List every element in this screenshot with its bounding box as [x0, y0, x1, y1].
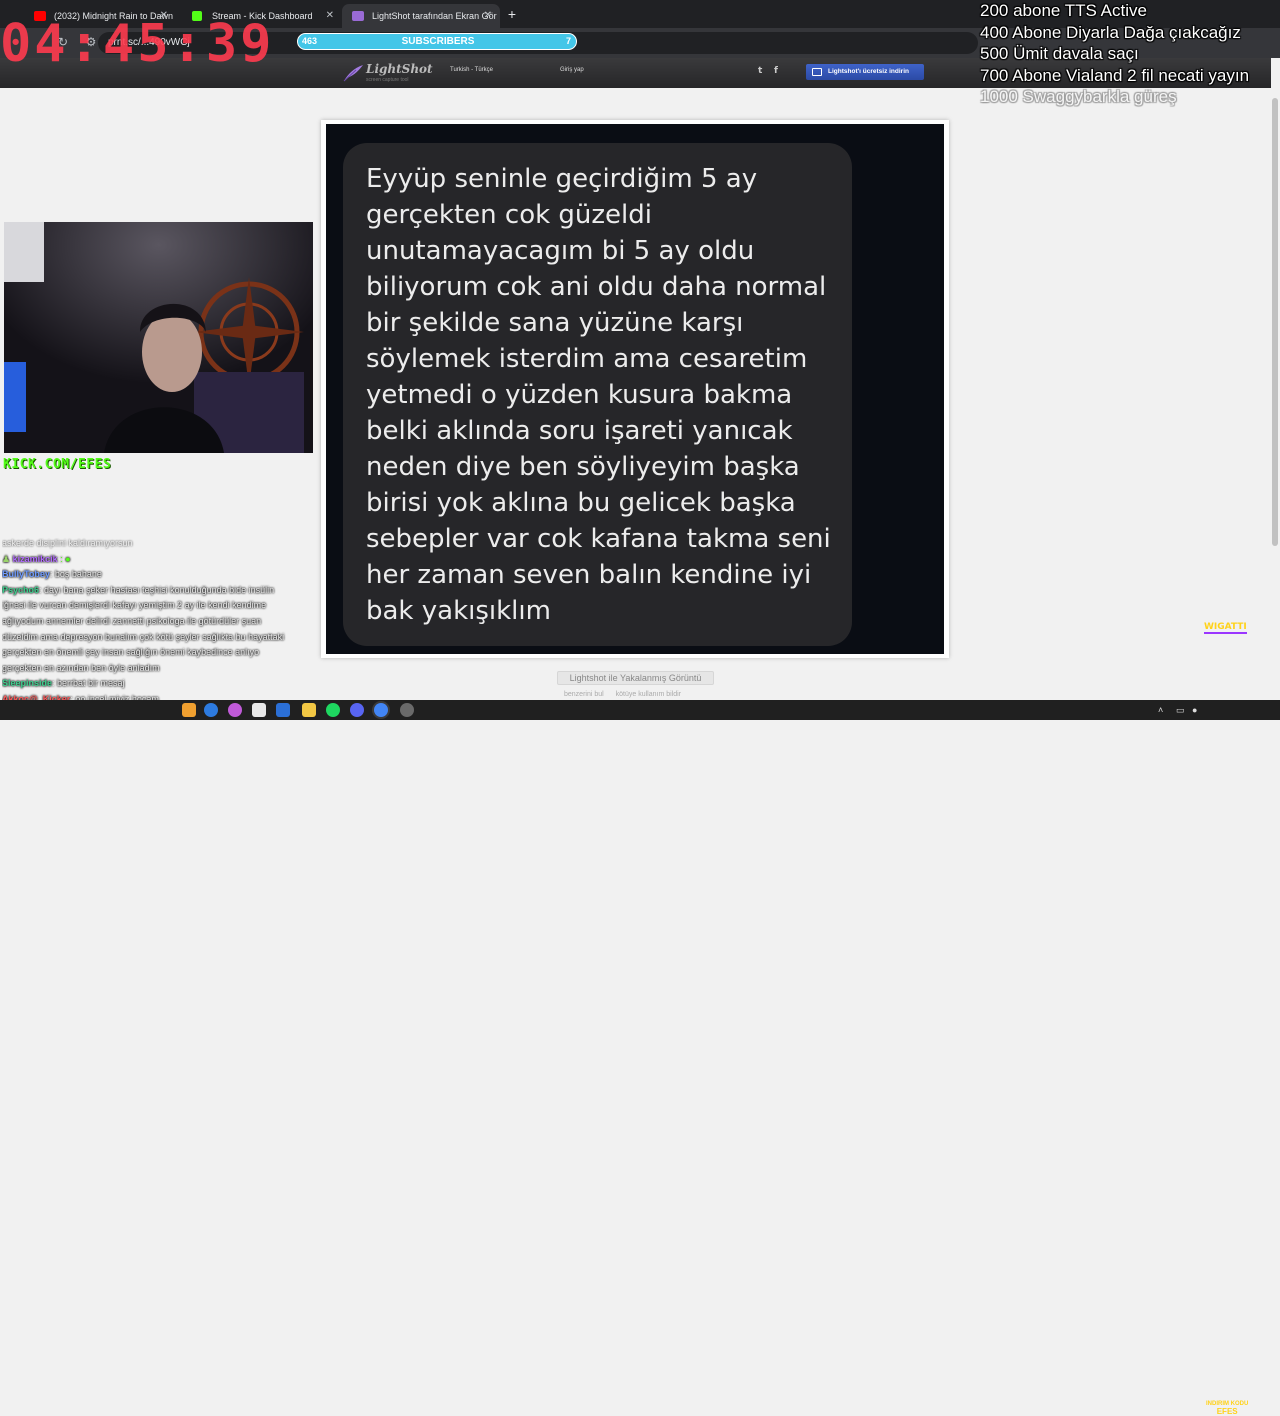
- chat-text: ağlıyodum annemler delirdi zannetti psik…: [2, 615, 262, 626]
- new-tab-button[interactable]: +: [504, 4, 520, 24]
- chat-text: gerçekten en azından ben öyle anladım: [2, 662, 160, 673]
- feather-icon: [343, 65, 363, 82]
- chat-text: : berrbat bir mesaj: [52, 678, 125, 689]
- chat-username: Psycho6: [2, 584, 40, 595]
- chat-text: : boş bahane: [49, 569, 102, 580]
- chat-text: askerde disiplini kaldıramıyorsun: [2, 538, 133, 548]
- chat-overlay: askerde disiplini kaldıramıyorsun ♟ kiza…: [2, 536, 327, 708]
- find-similar-link[interactable]: benzerini bul: [564, 691, 604, 698]
- goal-item: 1000 Swaggybarkla güreş: [980, 87, 1177, 106]
- webcam-feed: [4, 222, 313, 453]
- chat-message: gerçekten en önemli şey insan sağlığın ö…: [2, 645, 327, 661]
- subscriber-goal-bar: 463 SUBSCRIBERS 7: [297, 33, 577, 50]
- emote-icon: : ●: [57, 553, 71, 564]
- logo-text: LightShot: [366, 62, 433, 76]
- image-caption: Lightshot ile Yakalanmış Görüntü: [557, 671, 714, 685]
- goal-item: 200 abone TTS Active: [980, 1, 1147, 20]
- twitter-icon[interactable]: t: [758, 66, 762, 76]
- language-selector[interactable]: Turkish - Türkçe: [450, 67, 493, 73]
- windows-taskbar: ˄ ▭ ● INDIRIM KODU EFES: [0, 700, 1280, 1416]
- chat-message: askerde disiplini kaldıramıyorsun: [2, 536, 327, 552]
- close-icon[interactable]: ✕: [326, 4, 334, 28]
- goal-item: 500 Ümit davala saçı: [980, 44, 1139, 63]
- chat-badge-icon: ♟: [2, 553, 13, 564]
- chat-text: gerçekten en önemli şey insan sağlığın ö…: [2, 647, 260, 658]
- chat-text: düzeldim ama depresyon bunalım çok kötü …: [2, 631, 285, 642]
- logo-tagline: screen capture tool: [366, 77, 409, 83]
- outlook-icon[interactable]: [276, 703, 290, 717]
- goal-item: 700 Abone Vialand 2 fil necati yayın: [980, 65, 1250, 85]
- webcam-image: [4, 222, 313, 453]
- mic-icon[interactable]: ●: [1192, 704, 1197, 716]
- message-bubble: Eyyüp seninle geçirdiğim 5 ay gerçekten …: [343, 143, 852, 646]
- wigatti-logo: WIGATTI: [1204, 622, 1247, 634]
- subscriber-label: SUBSCRIBERS: [401, 36, 475, 47]
- chat-message: ağlıyodum annemler delirdi zannetti psik…: [2, 614, 327, 630]
- screenshot-image[interactable]: Eyyüp seninle geçirdiğim 5 ay gerçekten …: [326, 124, 944, 654]
- chat-message: Psycho6: dayı bana şeker hastası teşhisi…: [2, 583, 327, 599]
- discount-label: INDIRIM KODU: [1206, 1401, 1249, 1407]
- edge-icon[interactable]: [204, 703, 218, 717]
- chrome-icon[interactable]: [374, 703, 388, 717]
- sub-goals-list: 200 abone TTS Active 400 Abone Diyarla D…: [980, 0, 1249, 108]
- discord-icon[interactable]: [350, 703, 364, 717]
- file-explorer-icon[interactable]: [182, 703, 196, 717]
- close-icon[interactable]: ✕: [484, 4, 492, 28]
- network-icon[interactable]: ▭: [1176, 704, 1185, 716]
- download-button[interactable]: Lightshot'ı ücretsiz indirin: [806, 64, 924, 80]
- chat-message: BullyTobey: boş bahane: [2, 567, 327, 583]
- goal-item: 400 Abone Diyarla Dağa çıakcağız: [980, 22, 1241, 42]
- monitor-icon: [812, 68, 822, 76]
- folder-icon[interactable]: [302, 703, 316, 717]
- chat-text: : dayı bana şeker hastası teşhisi konuld…: [39, 584, 275, 595]
- message-text: Eyyüp seninle geçirdiğim 5 ay gerçekten …: [366, 164, 831, 626]
- chat-message: Sleepinside: berrbat bir mesaj: [2, 676, 327, 692]
- lightshot-icon: [352, 11, 364, 21]
- facebook-icon[interactable]: f: [774, 66, 778, 76]
- copilot-icon[interactable]: [228, 703, 242, 717]
- chat-message: iğnesi ile vurcan demişlerdi kafayı yemi…: [2, 598, 327, 614]
- download-button-label: Lightshot'ı ücretsiz indirin: [828, 68, 909, 75]
- store-icon[interactable]: [252, 703, 266, 717]
- discount-code: EFES: [1216, 1407, 1238, 1416]
- chat-username: BullyTobey: [2, 569, 50, 580]
- spotify-icon[interactable]: [326, 703, 340, 717]
- chat-username: kizamikcik: [12, 553, 58, 564]
- screenshot-frame: Eyyüp seninle geçirdiğim 5 ay gerçekten …: [321, 120, 949, 658]
- subscriber-goal: 7: [565, 36, 571, 46]
- kick-url-overlay: KICK.COM/EFES: [3, 457, 112, 472]
- chat-message: gerçekten en azından ben öyle anladım: [2, 661, 327, 677]
- report-abuse-link[interactable]: kötüye kullanım bildir: [616, 691, 681, 698]
- tab-lightshot[interactable]: LightShot tarafından Ekran Gör ✕: [342, 4, 500, 28]
- chat-message: düzeldim ama depresyon bunalım çok kötü …: [2, 630, 327, 646]
- chat-message: ♟ kizamikcik : ●: [2, 552, 327, 568]
- chat-text: iğnesi ile vurcan demişlerdi kafayı yemi…: [2, 600, 267, 611]
- login-link[interactable]: Giriş yap: [560, 67, 584, 73]
- lightshot-logo[interactable]: LightShot screen capture tool: [342, 60, 433, 86]
- tab-label: LightShot tarafından Ekran Gör: [372, 11, 497, 21]
- stream-timer: 04:45:39: [0, 14, 275, 74]
- image-actions: benzerini bul kötüye kullanım bildir: [564, 691, 691, 698]
- scrollbar-thumb[interactable]: [1272, 98, 1278, 546]
- discount-code-badge: INDIRIM KODU EFES: [1206, 1401, 1249, 1416]
- chevron-up-icon[interactable]: ˄: [1158, 704, 1163, 716]
- chat-username: Sleepinside: [2, 678, 53, 689]
- obs-icon[interactable]: [400, 703, 414, 717]
